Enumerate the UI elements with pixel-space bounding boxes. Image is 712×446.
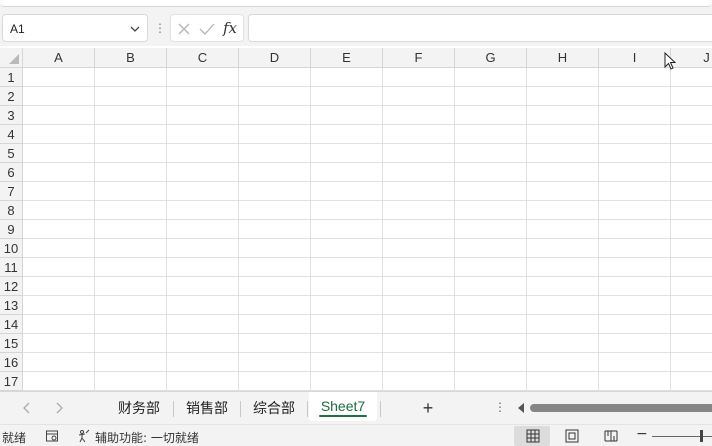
sheet-tab-label: 综合部 (253, 401, 295, 417)
accessibility-icon[interactable] (77, 429, 91, 443)
accessibility-status-text: 辅助功能: 一切就绪 (95, 431, 199, 445)
column-header-f[interactable]: F (383, 48, 455, 68)
add-sheet-button[interactable]: + (418, 396, 438, 420)
column-header-i[interactable]: I (599, 48, 671, 68)
x-icon[interactable] (177, 22, 191, 36)
tab-divider (380, 401, 381, 417)
chevron-right-icon[interactable] (52, 401, 66, 415)
name-box[interactable]: A1 (2, 14, 148, 42)
column-header-c[interactable]: C (167, 48, 239, 68)
row-header-7[interactable]: 7 (0, 182, 23, 201)
row-header-4[interactable]: 4 (0, 125, 23, 144)
page-break-view-button[interactable] (592, 426, 628, 446)
column-header-b[interactable]: B (95, 48, 167, 68)
active-tab-underline (319, 415, 367, 417)
page-break-icon (604, 430, 618, 442)
macro-recording-icon[interactable] (45, 429, 59, 443)
row-header-10[interactable]: 10 (0, 239, 23, 258)
sheet-tab-general[interactable]: 综合部 (241, 397, 307, 421)
column-header-g[interactable]: G (455, 48, 527, 68)
column-header-d[interactable]: D (239, 48, 311, 68)
zoom-slider-thumb[interactable] (700, 430, 703, 442)
row-header-14[interactable]: 14 (0, 315, 23, 334)
ribbon-edge (0, 0, 712, 7)
sheet-tab-bar: 财务部 销售部 综合部 Sheet7 + ⋮ (0, 391, 712, 424)
row-header-8[interactable]: 8 (0, 201, 23, 220)
row-header-11[interactable]: 11 (0, 258, 23, 277)
check-icon[interactable] (199, 22, 215, 36)
status-bar: 就绪 辅助功能: 一切就绪 − (0, 424, 712, 446)
cell-area[interactable] (23, 68, 712, 391)
scroll-left-icon[interactable] (516, 402, 526, 414)
normal-view-button[interactable] (514, 426, 550, 446)
name-box-value: A1 (10, 22, 25, 36)
row-header-1[interactable]: 1 (0, 68, 23, 87)
formula-bar: A1 ⋮ fx (0, 10, 712, 46)
row-header-9[interactable]: 9 (0, 220, 23, 239)
page-layout-view-button[interactable] (553, 426, 589, 446)
row-header-2[interactable]: 2 (0, 87, 23, 106)
sheet-tab-label: Sheet7 (320, 398, 366, 414)
row-header-6[interactable]: 6 (0, 163, 23, 182)
zoom-out-button[interactable]: − (636, 426, 648, 442)
more-sheets-icon[interactable]: ⋮ (494, 400, 506, 414)
row-header-13[interactable]: 13 (0, 296, 23, 315)
worksheet-grid[interactable]: ABCDEFGHIJ 1 2 3 4 5 6 7 8 9 10 11 12 13 14 15 16 17 (0, 48, 712, 391)
window-top-strip (0, 0, 712, 10)
page-layout-icon (565, 429, 579, 443)
column-header-e[interactable]: E (311, 48, 383, 68)
row-header-15[interactable]: 15 (0, 334, 23, 353)
chevron-left-icon[interactable] (20, 401, 34, 415)
formula-actions: fx (170, 14, 244, 42)
select-all-button[interactable] (0, 48, 23, 68)
column-header-a[interactable]: A (23, 48, 95, 68)
sheet-tab-finance[interactable]: 财务部 (106, 397, 172, 421)
insert-function-button[interactable]: fx (223, 19, 237, 37)
sheet-tab-sales[interactable]: 销售部 (174, 397, 240, 421)
sheet-tab-label: 销售部 (186, 401, 228, 417)
row-header-16[interactable]: 16 (0, 353, 23, 372)
status-ready-text: 就绪 (2, 431, 27, 445)
more-options-icon[interactable]: ⋮ (154, 21, 166, 35)
triangle-corner-icon (9, 54, 19, 64)
formula-input[interactable] (248, 14, 712, 42)
row-header-5[interactable]: 5 (0, 144, 23, 163)
sheet-tab-label: 财务部 (118, 401, 160, 417)
zoom-slider-track[interactable] (652, 436, 712, 437)
row-header-17[interactable]: 17 (0, 372, 23, 391)
mouse-pointer-icon (664, 52, 677, 70)
grid-view-icon (526, 429, 540, 443)
row-header-3[interactable]: 3 (0, 106, 23, 125)
sheet-tab-sheet7[interactable]: Sheet7 (309, 392, 377, 421)
row-header-12[interactable]: 12 (0, 277, 23, 296)
tab-divider (307, 401, 308, 417)
column-header-h[interactable]: H (527, 48, 599, 68)
chevron-down-icon[interactable] (129, 23, 141, 35)
horizontal-scrollbar-thumb[interactable] (530, 404, 712, 412)
